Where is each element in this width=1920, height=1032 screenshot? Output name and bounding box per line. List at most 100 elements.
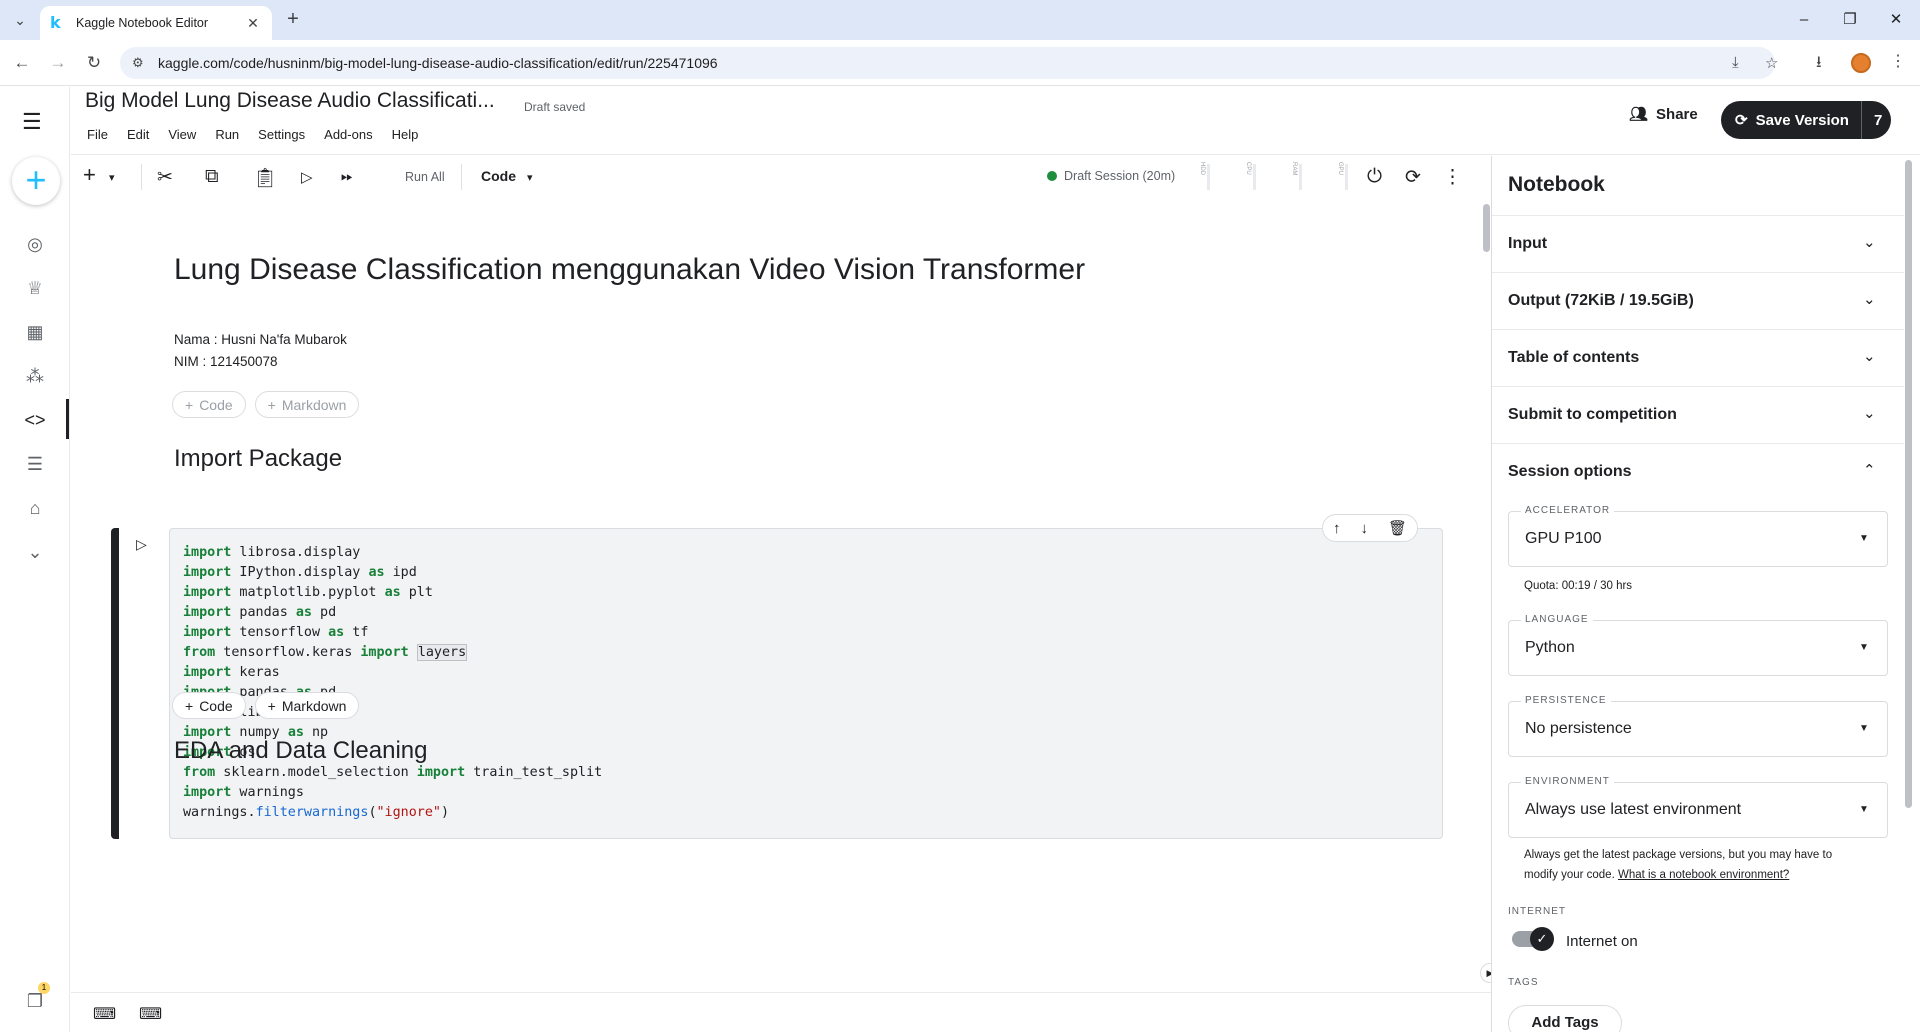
run-cell-button[interactable]: ▷ — [136, 536, 147, 553]
menu-add-ons[interactable]: Add-ons — [324, 127, 372, 142]
side-panel-scrollbar[interactable] — [1905, 160, 1912, 808]
code-line[interactable]: from tensorflow.keras import layers — [183, 643, 602, 663]
environment-select[interactable]: ENVIRONMENT Always use latest environmen… — [1508, 776, 1888, 838]
restart-icon[interactable]: ⟳ — [1405, 166, 1421, 189]
save-version-button[interactable]: ⟳ Save Version 7 — [1721, 101, 1891, 139]
cpu-meter[interactable]: CPU — [1243, 162, 1259, 192]
chevron-down-icon[interactable]: ⌄ — [1863, 290, 1876, 308]
learn-cap-icon[interactable]: ⌂ — [24, 497, 46, 519]
tab-search-icon[interactable]: ⌄ — [8, 8, 32, 32]
run-all-icon[interactable]: ⏩︎ — [341, 168, 353, 185]
install-app-icon[interactable]: ⤓ — [1732, 54, 1739, 71]
console-icon[interactable]: ⌨ — [93, 1004, 116, 1024]
menu-help[interactable]: Help — [392, 127, 419, 142]
menu-edit[interactable]: Edit — [127, 127, 149, 142]
notebook-scrollbar[interactable] — [1483, 204, 1490, 252]
url-text[interactable]: kaggle.com/code/husninm/big-model-lung-d… — [158, 55, 718, 71]
code-line[interactable]: import matplotlib.pyplot as plt — [183, 583, 602, 603]
gpu-meter[interactable]: GPU — [1335, 162, 1351, 192]
add-tags-button[interactable]: Add Tags — [1508, 1005, 1622, 1032]
section-table-of-contents[interactable]: Table of contents ⌄ — [1492, 329, 1904, 386]
reload-icon[interactable]: ↻ — [82, 51, 106, 75]
downloads-icon[interactable]: ⭳ — [1816, 51, 1822, 78]
more-options-icon[interactable]: ⋮ — [1443, 166, 1462, 189]
compass-icon[interactable]: ◎ — [24, 233, 46, 255]
add-code-button[interactable]: + Code — [172, 391, 246, 418]
code-line[interactable]: import tensorflow as tf — [183, 623, 602, 643]
code-line[interactable]: from sklearn.model_selection import trai… — [183, 763, 602, 783]
author-line[interactable]: Nama : Husni Na'fa Mubarok — [174, 332, 347, 347]
browser-menu-icon[interactable]: ⋮ — [1890, 51, 1906, 71]
add-markdown-button[interactable]: + Markdown — [254, 391, 360, 418]
hdd-meter[interactable]: HDD — [1197, 162, 1213, 192]
cut-icon[interactable]: ✂ — [157, 166, 173, 189]
paste-icon[interactable]: 📋︎ — [253, 166, 277, 190]
close-window-icon[interactable]: ✕ — [1882, 8, 1910, 32]
minimize-icon[interactable]: – — [1790, 8, 1818, 32]
menu-file[interactable]: File — [87, 127, 108, 142]
code-icon[interactable]: <> — [24, 409, 46, 431]
nim-line[interactable]: NIM : 121450078 — [174, 354, 278, 369]
trophy-icon[interactable]: ♕ — [24, 277, 46, 299]
accelerator-select[interactable]: ACCELERATOR GPU P100 ▼ — [1508, 505, 1888, 567]
persistence-select[interactable]: PERSISTENCE No persistence ▼ — [1508, 695, 1888, 757]
chevron-down-icon[interactable]: ⌄ — [1863, 347, 1876, 365]
restore-icon[interactable]: ❐ — [1836, 8, 1864, 32]
chevron-up-icon[interactable]: ⌃ — [1863, 461, 1876, 479]
forward-icon[interactable]: → — [46, 51, 70, 75]
copy-icon[interactable]: ⧉ — [205, 166, 219, 188]
bookmark-star-icon[interactable]: ☆ — [1765, 54, 1778, 72]
cell-type-select[interactable]: Code — [481, 168, 516, 184]
session-status[interactable]: Draft Session (20m) — [1064, 169, 1175, 183]
add-cell-dropdown-icon[interactable]: ▾ — [109, 171, 115, 184]
notebook-title[interactable]: Big Model Lung Disease Audio Classificat… — [85, 89, 495, 113]
chevron-down-icon[interactable]: ⌄ — [1863, 233, 1876, 251]
back-icon[interactable]: ← — [10, 51, 34, 75]
version-count[interactable]: 7 — [1874, 112, 1882, 129]
add-markdown-button[interactable]: + Markdown — [254, 692, 360, 719]
new-tab-button[interactable]: + — [282, 9, 304, 31]
environment-help-link[interactable]: What is a notebook environment? — [1618, 869, 1789, 881]
add-cell-icon[interactable]: + — [83, 162, 96, 188]
chevron-down-icon[interactable]: ⌄ — [1863, 404, 1876, 422]
run-all-label[interactable]: Run All — [405, 170, 445, 184]
ram-meter[interactable]: RAM — [1289, 162, 1305, 192]
code-cell[interactable]: import librosa.display import IPython.dis… — [169, 528, 1443, 839]
section-heading-eda[interactable]: EDA and Data Cleaning — [174, 737, 428, 765]
section-heading-import[interactable]: Import Package — [174, 445, 342, 473]
internet-toggle[interactable]: ✓ — [1512, 927, 1554, 951]
menu-settings[interactable]: Settings — [258, 127, 305, 142]
close-tab-icon[interactable]: ✕ — [244, 15, 262, 32]
section-session-options[interactable]: Session options ⌃ — [1492, 443, 1904, 500]
more-chevron-icon[interactable]: ⌄ — [24, 541, 46, 563]
move-up-icon[interactable]: ↑ — [1333, 520, 1341, 537]
section-submit[interactable]: Submit to competition ⌄ — [1492, 386, 1904, 443]
code-line[interactable]: import keras — [183, 663, 602, 683]
menu-view[interactable]: View — [168, 127, 196, 142]
code-line[interactable]: import librosa.display — [183, 543, 602, 563]
site-info-icon[interactable]: ⚙ — [132, 55, 144, 71]
keyboard-shortcuts-icon[interactable]: ⌨ — [139, 1004, 162, 1024]
menu-run[interactable]: Run — [215, 127, 239, 142]
notebook-heading[interactable]: Lung Disease Classification menggunakan … — [174, 253, 1085, 287]
share-button[interactable]: 👥︎ Share — [1629, 105, 1698, 124]
create-button[interactable]: + — [12, 157, 60, 205]
delete-cell-icon[interactable]: 🗑︎ — [1388, 519, 1407, 537]
browser-tab[interactable]: k Kaggle Notebook Editor ✕ — [40, 6, 272, 40]
datasets-table-icon[interactable]: ▦ — [24, 321, 46, 343]
section-output[interactable]: Output (72KiB / 19.5GiB) ⌄ — [1492, 272, 1904, 329]
run-cell-icon[interactable]: ▷ — [301, 168, 313, 186]
profile-avatar[interactable] — [1851, 53, 1871, 73]
code-line[interactable]: import warnings — [183, 783, 602, 803]
code-line[interactable]: import pandas as pd — [183, 603, 602, 623]
models-icon[interactable]: ⁂ — [24, 365, 46, 387]
hamburger-menu-icon[interactable]: ☰ — [22, 109, 42, 135]
section-input[interactable]: Input ⌄ — [1492, 215, 1904, 272]
code-line[interactable]: warnings.filterwarnings("ignore") — [183, 803, 602, 823]
add-code-button[interactable]: + Code — [172, 692, 246, 719]
cell-type-dropdown-icon[interactable]: ▾ — [527, 171, 533, 184]
code-line[interactable]: import IPython.display as ipd — [183, 563, 602, 583]
language-select[interactable]: LANGUAGE Python ▼ — [1508, 614, 1888, 676]
address-bar[interactable]: ⚙ kaggle.com/code/husninm/big-model-lung… — [120, 47, 1778, 79]
power-icon[interactable]: ⏻ — [1367, 166, 1382, 188]
